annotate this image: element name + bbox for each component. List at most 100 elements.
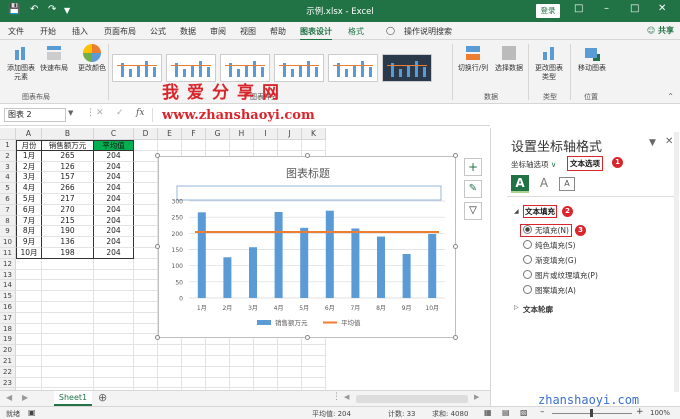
cell[interactable]	[278, 355, 302, 367]
cell[interactable]	[42, 258, 94, 270]
column-header-a[interactable]: A	[16, 128, 42, 140]
no-fill-option[interactable]: 无填充(N)	[520, 224, 572, 237]
cell[interactable]	[254, 377, 278, 389]
tab-review[interactable]: 审阅	[210, 26, 226, 37]
cell[interactable]	[134, 312, 158, 324]
cell[interactable]	[230, 355, 254, 367]
table-data-cell[interactable]: 9月	[16, 237, 42, 248]
cell[interactable]	[302, 345, 326, 356]
cell[interactable]	[134, 204, 158, 216]
column-header-i[interactable]: I	[254, 128, 278, 140]
switch-row-column-button[interactable]: 切换行/列	[456, 44, 490, 73]
row-header-19[interactable]: 19	[0, 334, 16, 346]
solid-fill-option[interactable]: 纯色填充(S)	[523, 240, 576, 251]
cell[interactable]	[42, 366, 94, 378]
row-header-11[interactable]: 11	[0, 247, 16, 259]
cell[interactable]	[94, 334, 134, 346]
column-header-h[interactable]: H	[230, 128, 254, 140]
quick-layout-button[interactable]: 快速布局	[38, 44, 70, 73]
cell[interactable]	[158, 366, 182, 378]
cell[interactable]	[134, 183, 158, 194]
row-header-23[interactable]: 23	[0, 377, 16, 389]
row-header-18[interactable]: 18	[0, 323, 16, 335]
zoom-slider-thumb[interactable]	[590, 409, 593, 417]
table-data-cell[interactable]: 217	[42, 193, 94, 205]
column-header-j[interactable]: J	[278, 128, 302, 140]
tab-format[interactable]: 格式	[348, 26, 364, 37]
cell[interactable]	[16, 355, 42, 367]
text-outline-section[interactable]: 文本轮廓	[523, 304, 553, 315]
cell[interactable]	[302, 355, 326, 367]
column-header-k[interactable]: K	[302, 128, 326, 140]
tab-formulas[interactable]: 公式	[150, 26, 166, 37]
cell[interactable]	[134, 291, 158, 302]
table-data-cell[interactable]: 215	[42, 215, 94, 227]
table-data-cell[interactable]: 7月	[16, 215, 42, 227]
pane-close-icon[interactable]: ✕	[665, 136, 673, 147]
close-icon[interactable]: ✕	[658, 3, 666, 14]
row-header-9[interactable]: 9	[0, 226, 16, 238]
cell[interactable]	[16, 323, 42, 335]
cell[interactable]	[302, 377, 326, 389]
table-data-cell[interactable]: 204	[94, 226, 134, 238]
resize-handle-top-right[interactable]	[453, 153, 458, 158]
table-data-cell[interactable]: 190	[42, 226, 94, 238]
cell[interactable]	[182, 377, 206, 389]
resize-handle-top-left[interactable]	[155, 153, 160, 158]
horizontal-scrollbar[interactable]	[356, 395, 468, 403]
move-chart-button[interactable]: 移动图表	[574, 44, 610, 73]
macro-record-icon[interactable]: ▣	[28, 408, 36, 417]
expand-text-outline-icon[interactable]: ▷	[514, 304, 519, 311]
change-colors-button[interactable]: 更改颜色	[78, 44, 106, 73]
cell[interactable]	[206, 355, 230, 367]
change-chart-type-button[interactable]: 更改图表类型	[532, 44, 566, 82]
cell[interactable]	[16, 366, 42, 378]
cell[interactable]	[134, 172, 158, 184]
chart-style-thumb-1[interactable]	[112, 54, 162, 82]
cancel-icon[interactable]: ✕	[96, 108, 104, 118]
cell[interactable]	[158, 377, 182, 389]
chart-filters-button[interactable]: ▽	[464, 202, 482, 220]
chart-styles-button[interactable]: ✎	[464, 180, 482, 198]
minimize-icon[interactable]: –	[604, 3, 609, 14]
cell[interactable]	[206, 140, 230, 151]
row-header-16[interactable]: 16	[0, 301, 16, 313]
resize-handle-bottom[interactable]	[305, 335, 310, 340]
row-header-13[interactable]: 13	[0, 269, 16, 281]
cell[interactable]	[254, 355, 278, 367]
table-data-cell[interactable]: 157	[42, 172, 94, 184]
cell[interactable]	[302, 140, 326, 151]
cell[interactable]	[134, 247, 158, 259]
chart-elements-button[interactable]: +	[464, 158, 482, 176]
table-data-cell[interactable]: 270	[42, 204, 94, 216]
prev-sheet-icon[interactable]: ◀	[6, 393, 12, 402]
cell[interactable]	[134, 161, 158, 173]
table-data-cell[interactable]: 126	[42, 161, 94, 173]
textbox-icon[interactable]: A	[559, 177, 575, 191]
add-sheet-icon[interactable]: ⊕	[98, 391, 107, 404]
cell[interactable]	[94, 269, 134, 281]
table-data-cell[interactable]: 204	[94, 183, 134, 194]
cell[interactable]	[16, 334, 42, 346]
cell[interactable]	[42, 312, 94, 324]
cell[interactable]	[158, 140, 182, 151]
cell[interactable]	[134, 215, 158, 227]
tab-data[interactable]: 数据	[180, 26, 196, 37]
cell[interactable]	[278, 140, 302, 151]
cell[interactable]	[182, 140, 206, 151]
cell[interactable]	[94, 355, 134, 367]
cell[interactable]	[42, 345, 94, 356]
cell[interactable]	[134, 323, 158, 335]
table-data-cell[interactable]: 204	[94, 161, 134, 173]
cell[interactable]	[42, 377, 94, 389]
cell[interactable]	[16, 291, 42, 302]
name-box-dropdown-icon[interactable]: ▼	[68, 109, 73, 117]
cell[interactable]	[42, 291, 94, 302]
column-header-b[interactable]: B	[42, 128, 94, 140]
pane-scrollbar[interactable]	[674, 132, 679, 392]
cell[interactable]	[134, 377, 158, 389]
row-header-12[interactable]: 12	[0, 258, 16, 270]
cell[interactable]	[16, 280, 42, 292]
cell[interactable]	[42, 323, 94, 335]
row-header-6[interactable]: 6	[0, 193, 16, 205]
